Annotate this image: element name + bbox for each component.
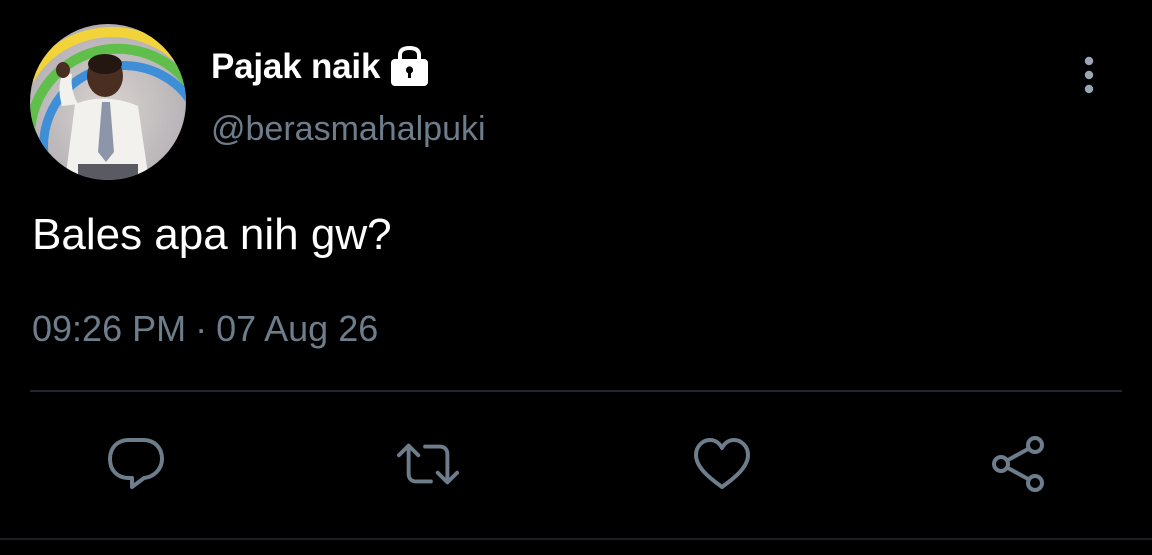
reply-button[interactable] xyxy=(104,432,168,496)
share-button[interactable] xyxy=(986,432,1050,496)
retweet-button[interactable] xyxy=(396,432,460,496)
share-icon xyxy=(992,436,1044,492)
display-name-row: Pajak naik xyxy=(211,42,432,92)
retweet-icon xyxy=(396,443,460,485)
heart-icon xyxy=(694,438,750,489)
action-divider xyxy=(30,390,1122,392)
tweet-text: Bales apa nih gw? xyxy=(32,210,392,259)
avatar[interactable] xyxy=(30,24,186,180)
bottom-divider xyxy=(0,538,1152,540)
vertical-dots-icon xyxy=(1084,56,1094,94)
avatar-image xyxy=(30,24,186,180)
like-button[interactable] xyxy=(690,432,754,496)
user-handle[interactable]: @berasmahalpuki xyxy=(211,110,486,149)
reply-bubble-icon xyxy=(108,438,164,489)
more-options-button[interactable] xyxy=(1064,50,1114,100)
tweet-timestamp[interactable]: 09:26 PM · 07 Aug 26 xyxy=(32,308,378,350)
display-name[interactable]: Pajak naik xyxy=(211,47,380,87)
lock-icon xyxy=(388,45,432,89)
tweet-time: 09:26 PM xyxy=(32,308,187,349)
tweet-date: 07 Aug 26 xyxy=(216,308,379,349)
timestamp-separator: · xyxy=(195,308,208,349)
